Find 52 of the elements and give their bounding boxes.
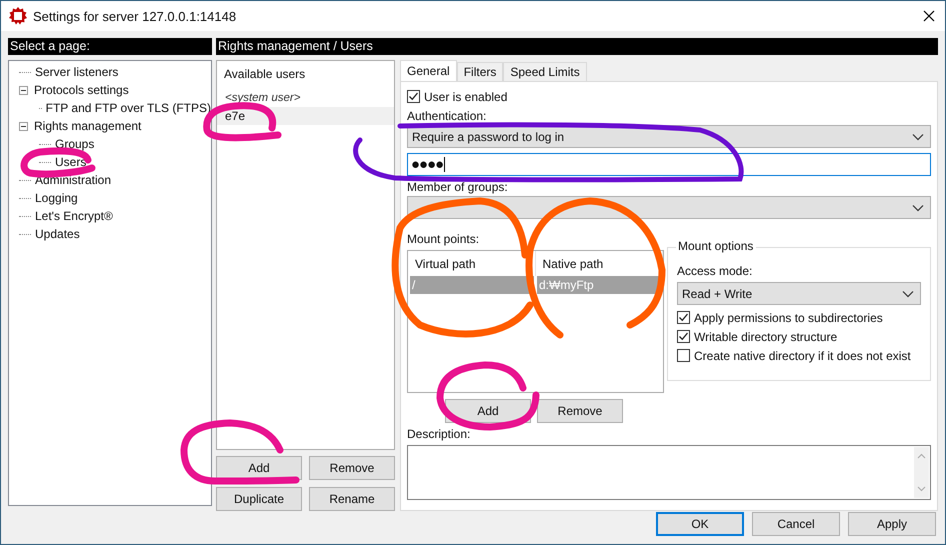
section-header: Select a page:: [8, 38, 212, 55]
password-field[interactable]: ●●●●: [407, 153, 931, 176]
field-label: Access mode:: [677, 263, 754, 280]
checkbox[interactable]: [407, 90, 420, 103]
user-item[interactable]: e7e: [217, 107, 394, 125]
tree-item[interactable]: Users: [55, 155, 86, 169]
field-label: Description:: [407, 426, 470, 443]
tree-item[interactable]: FTP and FTP over TLS (FTPS): [46, 101, 211, 115]
tree-item[interactable]: Groups: [55, 137, 94, 151]
chevron-icon: [912, 204, 924, 212]
checkbox-label: Apply permissions to subdirectories: [694, 310, 883, 324]
section-header: Rights management / Users: [216, 38, 938, 55]
close-icon[interactable]: [923, 10, 935, 22]
button[interactable]: Remove: [537, 399, 623, 423]
checkbox[interactable]: [677, 349, 690, 362]
tree-item[interactable]: Protocols settings: [34, 83, 129, 97]
tab[interactable]: General: [400, 60, 457, 81]
tree-item[interactable]: Logging: [35, 191, 78, 205]
tree-item[interactable]: Rights management: [34, 119, 142, 133]
field-label: Authentication:: [407, 108, 486, 125]
tree-item[interactable]: Updates: [35, 227, 80, 241]
collapse-toggle-icon[interactable]: [19, 122, 28, 130]
checkbox-label: Create native directory if it does not exist: [694, 348, 911, 362]
dropdown[interactable]: Read + Write: [677, 282, 921, 305]
button[interactable]: Add: [216, 456, 302, 480]
window-title: Settings for server 127.0.0.1:14148: [33, 8, 238, 24]
button[interactable]: Rename: [309, 487, 395, 511]
dropdown[interactable]: Require a password to log in: [407, 125, 931, 148]
tree-item[interactable]: Server listeners: [35, 65, 118, 79]
checkbox[interactable]: [677, 311, 690, 324]
user-item[interactable]: <system user>: [217, 89, 394, 107]
group-title: Mount options: [676, 239, 756, 253]
chevron-icon: [902, 290, 914, 298]
list-label: Available users: [223, 66, 306, 83]
collapse-toggle-icon[interactable]: [19, 86, 28, 94]
field-label: Member of groups:: [407, 179, 508, 196]
field-label: Mount points:: [407, 231, 480, 248]
app-logo-icon: [9, 7, 27, 25]
checkbox-label: User is enabled: [424, 90, 508, 104]
tree-item[interactable]: Administration: [35, 173, 112, 187]
button[interactable]: Remove: [309, 456, 395, 480]
button[interactable]: OK: [656, 512, 744, 536]
checkbox[interactable]: [677, 330, 690, 343]
tab[interactable]: Filters: [456, 62, 504, 81]
button[interactable]: Apply: [848, 512, 936, 536]
button[interactable]: Cancel: [752, 512, 840, 536]
checkbox-label: Writable directory structure: [694, 330, 838, 344]
button[interactable]: Duplicate: [216, 487, 302, 511]
tree-item[interactable]: Let's Encrypt®: [35, 209, 113, 223]
tab[interactable]: Speed Limits: [503, 62, 587, 81]
description-field[interactable]: [407, 445, 931, 500]
chevron-icon: [912, 132, 924, 140]
